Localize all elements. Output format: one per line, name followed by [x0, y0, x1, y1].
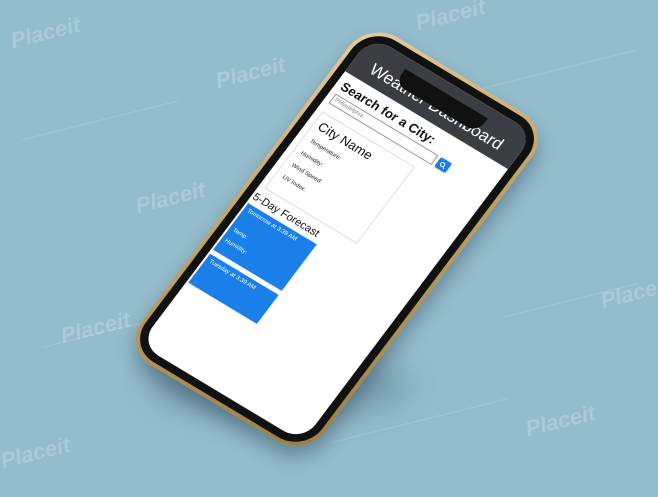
background-streak: [22, 100, 178, 141]
watermark: Placeit: [212, 51, 288, 94]
watermark: Placeit: [597, 271, 658, 314]
watermark: Placeit: [412, 0, 488, 36]
search-button[interactable]: [433, 156, 453, 174]
watermark: Placeit: [522, 399, 598, 442]
search-icon: [440, 161, 446, 169]
watermark: Placeit: [7, 11, 83, 54]
background-streak: [501, 283, 639, 318]
background-streak: [472, 49, 638, 92]
watermark: Placeit: [132, 176, 208, 219]
watermark: Placeit: [0, 431, 73, 474]
